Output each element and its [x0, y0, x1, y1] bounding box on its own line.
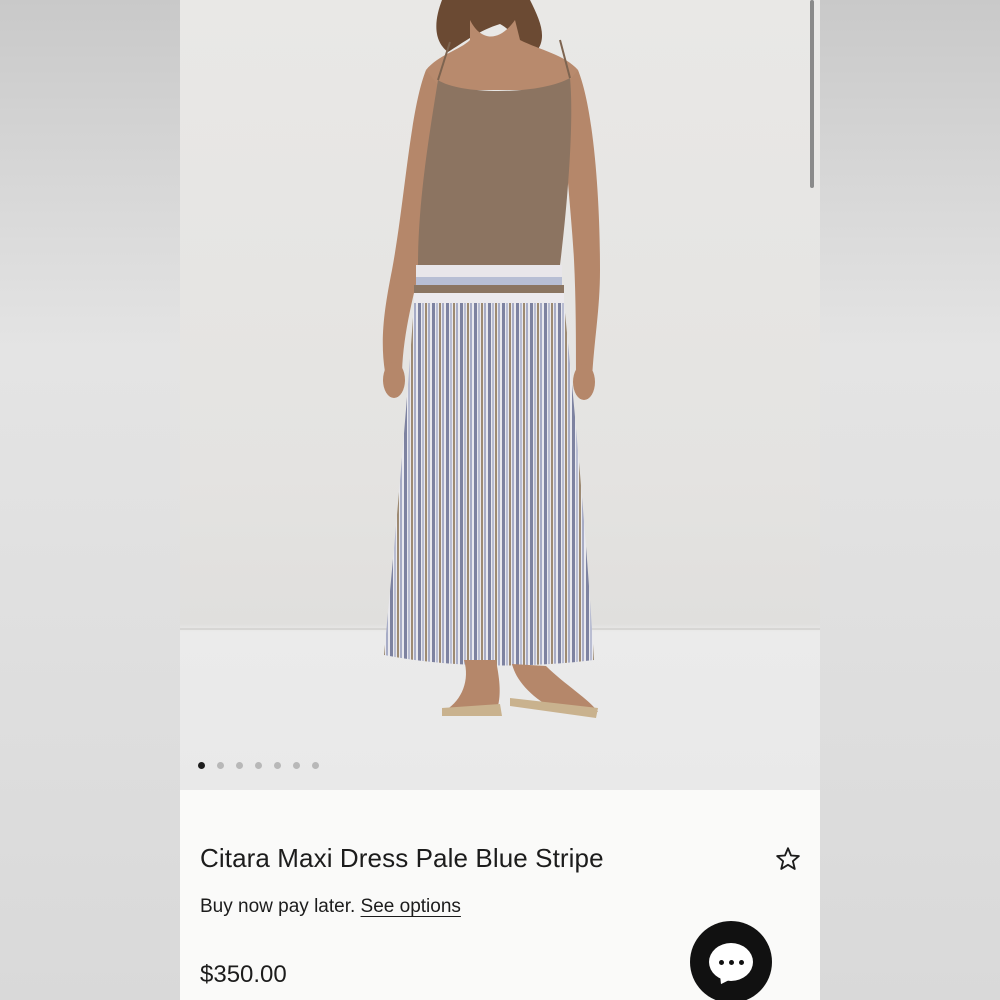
- gallery-dot[interactable]: [198, 762, 205, 769]
- product-price: $350.00: [200, 961, 287, 988]
- gallery-pagination-dots: [198, 762, 319, 769]
- gallery-dot[interactable]: [217, 762, 224, 769]
- gallery-dot[interactable]: [293, 762, 300, 769]
- right-backdrop: [820, 0, 1000, 1000]
- product-image-gallery[interactable]: [180, 0, 820, 790]
- bnpl-text: Buy now pay later.: [200, 896, 356, 917]
- product-page: Citara Maxi Dress Pale Blue Stripe Buy n…: [180, 0, 820, 1000]
- buy-now-pay-later: Buy now pay later. See options: [200, 896, 461, 918]
- gallery-dot[interactable]: [255, 762, 262, 769]
- chat-bubble-icon: [709, 943, 753, 981]
- see-options-link[interactable]: See options: [361, 896, 461, 917]
- gallery-dot[interactable]: [274, 762, 281, 769]
- scrollbar[interactable]: [810, 0, 814, 188]
- left-backdrop: [0, 0, 180, 1000]
- product-title: Citara Maxi Dress Pale Blue Stripe: [200, 843, 604, 873]
- star-icon[interactable]: [774, 845, 802, 873]
- chat-button[interactable]: [690, 921, 772, 1000]
- gallery-dot[interactable]: [312, 762, 319, 769]
- gallery-dot[interactable]: [236, 762, 243, 769]
- product-image: [382, 0, 600, 718]
